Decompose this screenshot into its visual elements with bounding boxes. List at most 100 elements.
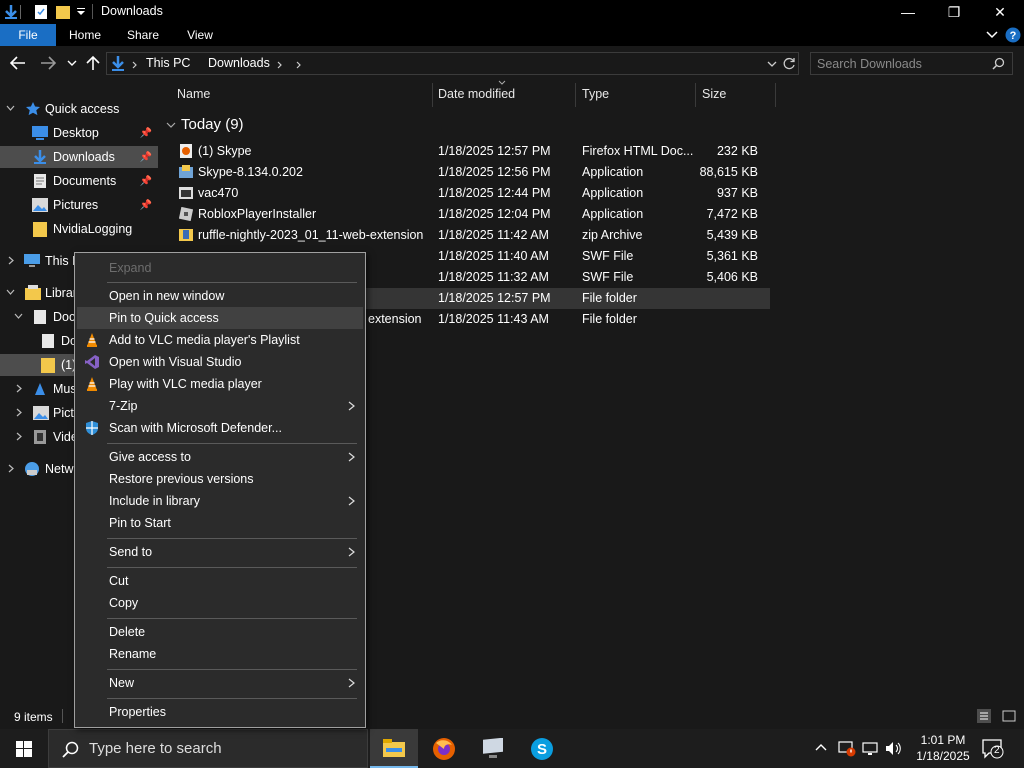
show-hidden-icons-icon[interactable] bbox=[815, 743, 827, 751]
menu-open-new-window[interactable]: Open in new window bbox=[77, 285, 363, 307]
chevron-right-icon[interactable] bbox=[8, 256, 15, 265]
file-row[interactable]: vac470 1/18/2025 12:44 PM Application 93… bbox=[168, 183, 770, 204]
customize-toolbar-icon[interactable] bbox=[76, 8, 86, 16]
file-row[interactable]: RobloxPlayerInstaller 1/18/2025 12:04 PM… bbox=[168, 204, 770, 225]
minimize-button[interactable]: — bbox=[885, 0, 931, 24]
menu-delete[interactable]: Delete bbox=[77, 621, 363, 643]
nav-nvidialogging[interactable]: NvidiaLogging bbox=[0, 218, 158, 240]
taskbar-skype[interactable]: S bbox=[518, 729, 566, 768]
system-clock[interactable]: 1:01 PM 1/18/2025 bbox=[915, 732, 971, 764]
nav-pictures-library[interactable]: Pict bbox=[0, 402, 80, 424]
menu-include-library[interactable]: Include in library bbox=[77, 490, 363, 512]
column-name[interactable]: Name bbox=[177, 80, 427, 108]
taskbar-search[interactable]: Type here to search bbox=[48, 729, 368, 768]
breadcrumb-this-pc[interactable]: This PC bbox=[146, 56, 190, 70]
refresh-icon[interactable] bbox=[783, 57, 796, 70]
properties-icon[interactable] bbox=[34, 4, 48, 20]
help-icon[interactable]: ? bbox=[1005, 27, 1021, 43]
menu-new[interactable]: New bbox=[77, 672, 363, 694]
column-type[interactable]: Type bbox=[582, 80, 692, 108]
nav-documents[interactable]: Documents 📌 bbox=[0, 170, 158, 192]
search-box[interactable] bbox=[810, 52, 1013, 75]
menu-separator bbox=[107, 567, 357, 568]
menu-copy[interactable]: Copy bbox=[77, 592, 363, 614]
tab-view[interactable]: View bbox=[178, 24, 222, 46]
file-row[interactable]: (1) Skype 1/18/2025 12:57 PM Firefox HTM… bbox=[168, 141, 770, 162]
notification-center[interactable]: 2 bbox=[982, 739, 1004, 759]
address-history-icon[interactable] bbox=[767, 60, 777, 68]
tab-home[interactable]: Home bbox=[62, 24, 108, 46]
menu-restore-previous[interactable]: Restore previous versions bbox=[77, 468, 363, 490]
chevron-down-icon[interactable] bbox=[6, 289, 15, 296]
menu-pin-quick-access[interactable]: Pin to Quick access bbox=[77, 307, 363, 329]
expand-ribbon-icon[interactable] bbox=[986, 30, 998, 40]
group-header[interactable]: Today (9) bbox=[181, 116, 244, 133]
chevron-down-icon[interactable] bbox=[14, 313, 23, 320]
chevron-right-icon[interactable] bbox=[16, 432, 23, 441]
menu-7zip[interactable]: 7-Zip bbox=[77, 395, 363, 417]
defender-warning-icon[interactable] bbox=[838, 740, 856, 757]
address-bar[interactable]: This PC Downloads bbox=[106, 52, 799, 75]
menu-open-visual-studio[interactable]: Open with Visual Studio bbox=[77, 351, 363, 373]
chevron-right-icon[interactable] bbox=[16, 408, 23, 417]
windows-start-icon[interactable] bbox=[16, 741, 32, 757]
nav-this-pc[interactable]: This P bbox=[0, 250, 80, 272]
taskbar-file-explorer[interactable] bbox=[370, 729, 418, 768]
column-divider[interactable] bbox=[432, 83, 433, 107]
nav-quick-access[interactable]: Quick access bbox=[0, 98, 158, 120]
menu-defender-scan[interactable]: Scan with Microsoft Defender... bbox=[77, 417, 363, 439]
back-button[interactable] bbox=[8, 53, 28, 73]
forward-button[interactable] bbox=[38, 53, 58, 73]
menu-cut[interactable]: Cut bbox=[77, 570, 363, 592]
close-button[interactable]: ✕ bbox=[977, 0, 1023, 24]
column-divider[interactable] bbox=[775, 83, 776, 107]
menu-vlc-playlist[interactable]: Add to VLC media player's Playlist bbox=[77, 329, 363, 351]
maximize-button[interactable]: ❐ bbox=[931, 0, 977, 24]
nav-network[interactable]: Netw bbox=[0, 458, 80, 480]
new-folder-icon[interactable] bbox=[56, 4, 70, 20]
chevron-down-icon[interactable] bbox=[6, 105, 15, 112]
up-button[interactable] bbox=[83, 53, 103, 73]
nav-documents-library[interactable]: Doc bbox=[0, 306, 80, 328]
large-icons-view-icon[interactable] bbox=[1002, 709, 1016, 723]
file-size: 937 KB bbox=[716, 186, 758, 200]
tab-file[interactable]: File bbox=[0, 24, 56, 46]
chevron-right-icon[interactable] bbox=[16, 384, 23, 393]
group-collapse-icon[interactable] bbox=[166, 122, 176, 130]
nav-documents-sub[interactable]: Do bbox=[0, 330, 80, 352]
nav-pictures[interactable]: Pictures 📌 bbox=[0, 194, 158, 216]
column-date-modified[interactable]: Date modified bbox=[438, 80, 568, 108]
nav-videos[interactable]: Vide bbox=[0, 426, 80, 448]
nav-music[interactable]: Mus bbox=[0, 378, 80, 400]
file-row[interactable]: ruffle-nightly-2023_01_11-web-extension … bbox=[168, 225, 770, 246]
column-divider[interactable] bbox=[575, 83, 576, 107]
taskbar-firefox[interactable] bbox=[420, 729, 468, 768]
nav-folder-1[interactable]: (1) bbox=[0, 354, 80, 376]
file-row[interactable]: Skype-8.134.0.202 1/18/2025 12:56 PM App… bbox=[168, 162, 770, 183]
nav-desktop[interactable]: Desktop 📌 bbox=[0, 122, 158, 144]
menu-vlc-play[interactable]: Play with VLC media player bbox=[77, 373, 363, 395]
volume-icon[interactable] bbox=[885, 741, 902, 756]
menu-give-access[interactable]: Give access to bbox=[77, 446, 363, 468]
column-divider[interactable] bbox=[695, 83, 696, 107]
menu-properties[interactable]: Properties bbox=[77, 701, 363, 723]
menu-pin-start[interactable]: Pin to Start bbox=[77, 512, 363, 534]
menu-rename[interactable]: Rename bbox=[77, 643, 363, 665]
installer-icon bbox=[179, 165, 193, 178]
tab-share[interactable]: Share bbox=[120, 24, 166, 46]
taskbar-remote-desktop[interactable] bbox=[469, 729, 517, 768]
menu-label: Cut bbox=[109, 574, 129, 588]
nav-downloads[interactable]: Downloads 📌 bbox=[0, 146, 158, 168]
nav-libraries[interactable]: Librar bbox=[0, 282, 80, 304]
column-size[interactable]: Size bbox=[702, 80, 772, 108]
breadcrumb-downloads[interactable]: Downloads bbox=[208, 56, 270, 70]
search-input[interactable] bbox=[817, 55, 987, 72]
application-icon bbox=[179, 187, 193, 199]
chevron-right-icon[interactable] bbox=[8, 464, 15, 473]
recent-locations-button[interactable] bbox=[62, 53, 82, 73]
menu-send-to[interactable]: Send to bbox=[77, 541, 363, 563]
network-tray-icon[interactable] bbox=[862, 741, 878, 756]
submenu-arrow-icon bbox=[348, 401, 355, 411]
details-view-icon[interactable] bbox=[977, 709, 991, 723]
menu-expand[interactable]: Expand bbox=[77, 257, 363, 279]
